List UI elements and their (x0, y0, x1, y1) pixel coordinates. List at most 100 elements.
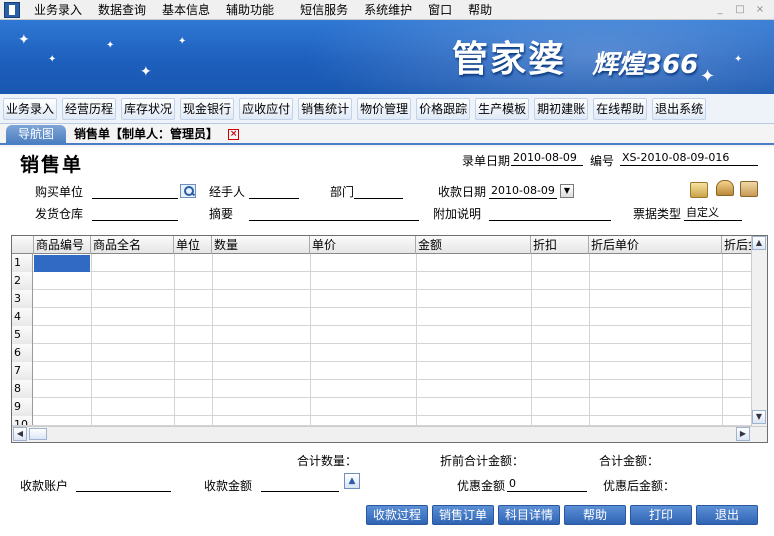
star-icon: ✦ (140, 64, 152, 80)
after-discount-label: 优惠后金额： (603, 479, 676, 493)
toolbar-production-template[interactable]: 生产模板 (475, 97, 530, 120)
row-number: 5 (12, 326, 33, 344)
tab-navigation[interactable]: 导航图 (6, 125, 66, 143)
stack-icon[interactable] (690, 182, 708, 198)
table-row[interactable]: 4 (12, 308, 752, 326)
column-header[interactable]: 金额 (416, 236, 531, 254)
menu-window[interactable]: 窗口 (420, 0, 460, 20)
table-row[interactable]: 9 (12, 398, 752, 416)
entry-date-label: 录单日期 (462, 154, 511, 168)
scroll-right-icon[interactable]: ▶ (736, 427, 750, 441)
table-row[interactable]: 3 (12, 290, 752, 308)
number-field[interactable]: XS-2010-08-09-016 (620, 150, 758, 166)
star-icon: ✦ (18, 32, 30, 48)
ticket-type-field[interactable]: 自定义 (684, 205, 742, 221)
selected-cell[interactable] (34, 255, 90, 272)
tab-sales-document[interactable]: 销售单【制单人：管理员】 × (74, 125, 240, 143)
sales-order-button[interactable]: 销售订单 (432, 505, 494, 525)
exit-button[interactable]: 退出 (696, 505, 758, 525)
table-row[interactable]: 2 (12, 272, 752, 290)
account-label: 收款账户 (20, 479, 69, 493)
scroll-up-icon[interactable]: ▲ (752, 236, 766, 250)
star-icon: ✦ (106, 40, 115, 51)
scroll-thumb[interactable] (29, 428, 47, 440)
row-number: 4 (12, 308, 33, 326)
menu-sms-service[interactable]: 短信服务 (292, 0, 356, 20)
row-number: 8 (12, 380, 33, 398)
help-button[interactable]: 帮助 (564, 505, 626, 525)
discount-field[interactable]: 0 (507, 476, 587, 492)
handler-field[interactable] (249, 183, 299, 199)
brand-logo: 管家婆 (452, 38, 567, 80)
column-header[interactable]: 单位 (174, 236, 212, 254)
column-header[interactable]: 折后单价 (589, 236, 722, 254)
collect-amount-field[interactable] (261, 476, 339, 492)
toolbar-history[interactable]: 经营历程 (62, 97, 117, 120)
app-icon[interactable] (4, 1, 20, 18)
menu-bar: 业务录入 数据查询 基本信息 辅助功能 短信服务 系统维护 窗口 帮助 _ □ … (0, 0, 774, 20)
entry-date-field[interactable]: 2010-08-09 (511, 150, 583, 166)
column-header[interactable]: 折后金 (722, 236, 752, 254)
row-number: 3 (12, 290, 33, 308)
toolbar-stock-status[interactable]: 库存状况 (121, 97, 176, 120)
dept-field[interactable] (354, 183, 403, 199)
close-icon[interactable]: × (228, 129, 240, 140)
book-icon[interactable] (740, 181, 758, 197)
menu-help[interactable]: 帮助 (460, 0, 500, 20)
toolbar-receivable-payable[interactable]: 应收应付 (239, 97, 294, 120)
menu-aux-functions[interactable]: 辅助功能 (218, 0, 282, 20)
menu-system-maintenance[interactable]: 系统维护 (356, 0, 420, 20)
chevron-down-icon[interactable]: ▼ (560, 184, 574, 198)
column-header[interactable]: 数量 (212, 236, 310, 254)
horizontal-scrollbar[interactable]: ◀ ▶ (12, 426, 767, 442)
table-row[interactable]: 7 (12, 362, 752, 380)
close-window-button[interactable]: × (752, 3, 768, 17)
buyer-field[interactable] (92, 183, 178, 199)
ticket-type-label: 票据类型 (633, 207, 682, 221)
menu-data-query[interactable]: 数据查询 (90, 0, 154, 20)
menu-basic-info[interactable]: 基本信息 (154, 0, 218, 20)
banner: ✦ ✦ ✦ ✦ ✦ ✦ ✦ 管家婆 辉煌366 (0, 20, 774, 94)
column-header[interactable]: 商品全名 (91, 236, 174, 254)
table-row[interactable]: 8 (12, 380, 752, 398)
collection-process-button[interactable]: 收款过程 (366, 505, 428, 525)
corner-cell (12, 236, 34, 254)
search-icon[interactable] (180, 184, 196, 198)
toolbar-price-management[interactable]: 物价管理 (357, 97, 412, 120)
tab-sales-document-label: 销售单【制单人：管理员】 (74, 127, 219, 141)
scroll-left-icon[interactable]: ◀ (13, 427, 27, 441)
minimize-button[interactable]: _ (712, 3, 728, 17)
restore-button[interactable]: □ (732, 3, 748, 17)
table-header: 商品编号 商品全名 单位 数量 单价 金额 折扣 折后单价 折后金 (12, 236, 767, 254)
account-details-button[interactable]: 科目详情 (498, 505, 560, 525)
table-row[interactable]: 1 (12, 254, 752, 272)
toolbar-cash-bank[interactable]: 现金银行 (180, 97, 235, 120)
toolbar-exit-system[interactable]: 退出系统 (652, 97, 707, 120)
warehouse-field[interactable] (92, 205, 178, 221)
person-icon[interactable] (716, 180, 734, 196)
column-header[interactable]: 单价 (310, 236, 416, 254)
summary-field[interactable] (249, 205, 419, 221)
note-field[interactable] (489, 205, 611, 221)
collect-date-field[interactable]: 2010-08-09 (489, 183, 557, 199)
vertical-scrollbar[interactable]: ▲ ▼ (751, 236, 767, 426)
table-row[interactable]: 5 (12, 326, 752, 344)
column-header[interactable]: 商品编号 (34, 236, 91, 254)
table-row[interactable]: 6 (12, 344, 752, 362)
toolbar-sales-stats[interactable]: 销售统计 (298, 97, 353, 120)
warehouse-label: 发货仓库 (35, 207, 84, 221)
table-row[interactable]: 10 (12, 416, 752, 426)
scroll-down-icon[interactable]: ▼ (752, 410, 766, 424)
toolbar-online-help[interactable]: 在线帮助 (593, 97, 648, 120)
column-header[interactable]: 折扣 (531, 236, 589, 254)
account-field[interactable] (76, 476, 171, 492)
toolbar-business-entry[interactable]: 业务录入 (3, 97, 58, 120)
items-table[interactable]: 商品编号 商品全名 单位 数量 单价 金额 折扣 折后单价 折后金 1 2 3 … (11, 235, 768, 443)
sales-form: 销售单 录单日期 2010-08-09 编号 XS-2010-08-09-016… (0, 147, 774, 536)
print-button[interactable]: 打印 (630, 505, 692, 525)
toolbar-opening-setup[interactable]: 期初建账 (534, 97, 589, 120)
row-number: 6 (12, 344, 33, 362)
menu-business-entry[interactable]: 业务录入 (26, 0, 90, 20)
toolbar-price-tracking[interactable]: 价格跟踪 (416, 97, 471, 120)
collect-amount-stepper[interactable]: ▲ (344, 473, 360, 489)
